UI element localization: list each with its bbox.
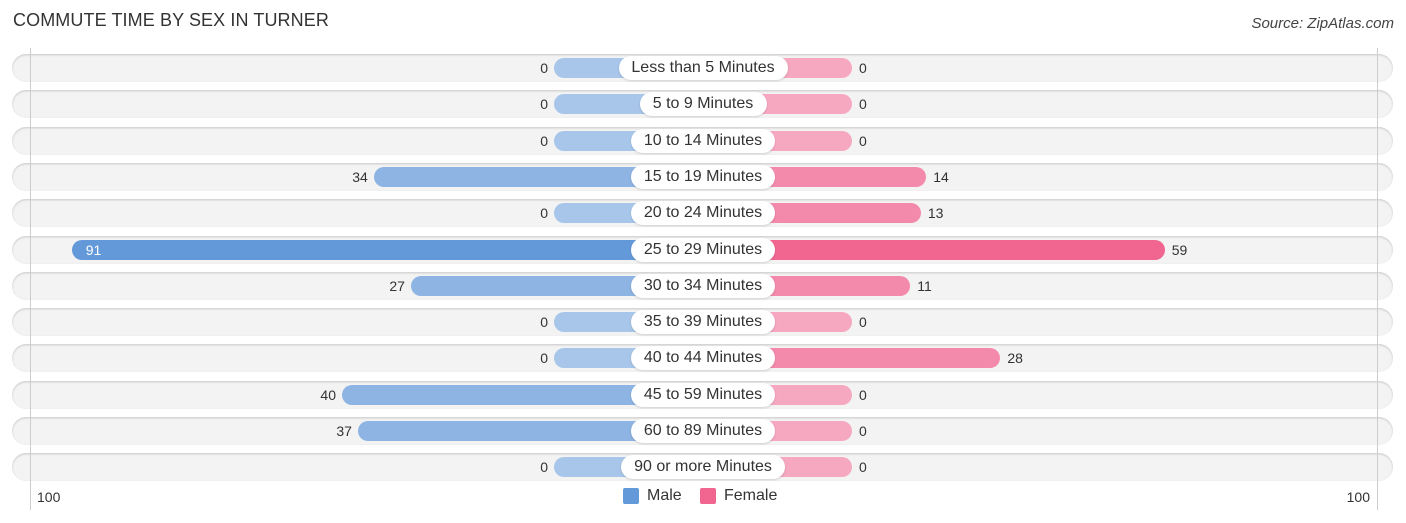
category-label: 20 to 24 Minutes: [631, 201, 775, 226]
value-label-male: 0: [540, 96, 548, 113]
value-label-female: 0: [859, 96, 867, 113]
value-label-male: 0: [540, 60, 548, 76]
value-label-male: 27: [389, 277, 405, 294]
value-label-female: 14: [933, 168, 949, 185]
legend-label-female: Female: [724, 487, 778, 504]
value-label-male: 40: [320, 386, 336, 403]
category-label: 10 to 14 Minutes: [631, 128, 775, 153]
value-label-female: 0: [859, 386, 867, 403]
category-label: 30 to 34 Minutes: [631, 273, 775, 298]
value-label-male: 0: [540, 350, 548, 367]
value-label-female: 0: [859, 60, 867, 76]
legend-item-male[interactable]: Male: [623, 487, 682, 505]
right-axis-line: [1377, 48, 1378, 510]
category-label: 25 to 29 Minutes: [631, 237, 775, 262]
value-label-male: 91: [85, 241, 102, 258]
legend-label-male: Male: [647, 487, 682, 504]
legend-swatch-male: [623, 488, 639, 504]
legend-item-female[interactable]: Female: [700, 487, 777, 505]
value-label-female: 0: [859, 423, 867, 439]
value-label-male: 0: [540, 314, 548, 331]
value-label-female: 0: [859, 314, 867, 331]
value-label-male: 37: [336, 423, 352, 439]
axis-tick-right: 100: [1346, 489, 1370, 505]
value-label-male: 0: [540, 205, 548, 222]
value-label-male: 34: [352, 168, 368, 185]
legend-swatch-female: [700, 488, 716, 504]
value-label-male: 0: [540, 459, 548, 476]
category-label: Less than 5 Minutes: [618, 56, 788, 80]
value-label-female: 28: [1007, 350, 1023, 367]
source-label: Source: ZipAtlas.com: [1251, 15, 1394, 32]
category-label: 5 to 9 Minutes: [639, 92, 767, 117]
value-label-female: 13: [927, 205, 944, 222]
category-label: 35 to 39 Minutes: [631, 310, 775, 335]
category-label: 40 to 44 Minutes: [631, 346, 775, 371]
chart-title: COMMUTE TIME BY SEX IN TURNER: [13, 10, 329, 30]
value-label-female: 0: [859, 459, 867, 476]
value-label-male: 0: [540, 132, 548, 149]
category-label: 45 to 59 Minutes: [631, 382, 775, 407]
category-label: 60 to 89 Minutes: [631, 419, 775, 443]
value-label-female: 59: [1171, 241, 1188, 258]
bar-male[interactable]: [71, 239, 703, 260]
left-axis-line: [30, 48, 31, 510]
category-label: 90 or more Minutes: [621, 455, 785, 480]
value-label-female: 0: [859, 132, 867, 149]
category-label: 15 to 19 Minutes: [631, 164, 775, 189]
value-label-female: 11: [917, 277, 932, 294]
axis-tick-left: 100: [37, 489, 61, 505]
